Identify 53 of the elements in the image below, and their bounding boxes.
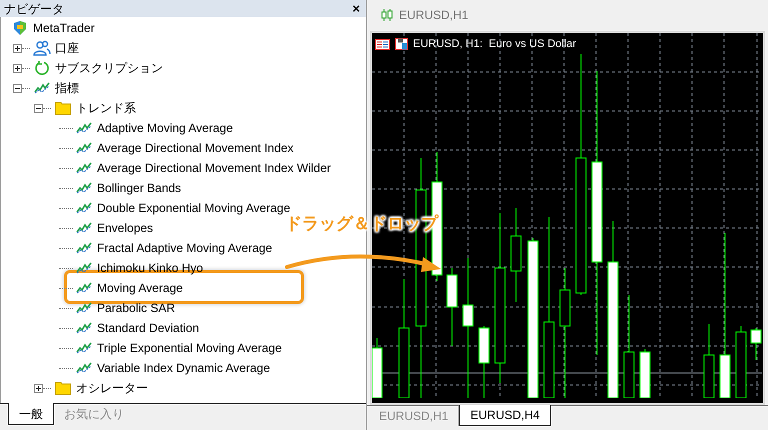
tree-item-label[interactable]: Envelopes [97,219,154,237]
tree-item-label[interactable]: Parabolic SAR [97,299,176,317]
users-icon [33,40,51,56]
folder-icon [55,101,71,115]
line-chart-icon [76,302,92,314]
tree-item-label[interactable]: Variable Index Dynamic Average [97,359,270,377]
candlestick [372,338,382,398]
tree-item-label[interactable]: 指標 [55,79,79,97]
tree-item-label[interactable]: 口座 [55,39,79,57]
tree-item-label[interactable]: サブスクリプション [55,59,163,77]
collapse-toggle[interactable] [13,84,22,92]
tree-item-label[interactable]: Average Directional Movement Index [97,139,294,157]
tree-item-label[interactable]: トレンド系 [76,99,136,117]
line-chart-icon [76,202,92,214]
tree-item-label[interactable]: Bollinger Bands [97,179,182,197]
tree-item-label[interactable]: Moving Average [97,279,183,297]
line-chart-icon [76,342,92,354]
panel-tab[interactable]: 一般 [8,403,54,425]
candlestick [750,328,762,360]
tree-item-label[interactable]: Fractal Adaptive Moving Average [97,239,272,257]
line-chart-icon [76,142,92,154]
tree-item-label[interactable]: Triple Exponential Moving Average [97,339,282,357]
line-chart-icon [76,242,92,254]
line-chart-icon [76,262,92,274]
list-icon [375,38,390,50]
line-chart-icon [76,222,92,234]
expand-toggle[interactable] [13,64,22,72]
line-chart-icon [34,82,50,94]
tree-item-label[interactable]: MetaTrader [33,19,95,37]
line-chart-icon [76,162,92,174]
candlestick [640,348,650,398]
line-chart-icon [76,122,92,134]
close-button[interactable]: × [352,2,360,15]
tree-item-label[interactable]: Standard Deviation [97,319,200,337]
line-chart-icon [76,362,92,374]
line-chart-icon [76,182,92,194]
expand-toggle[interactable] [34,384,43,392]
collapse-toggle[interactable] [34,104,43,112]
expand-toggle[interactable] [13,44,22,52]
line-chart-icon [76,322,92,334]
candlestick-icon [381,8,393,22]
tree-item-label[interactable]: Average Directional Movement Index Wilder [97,159,331,177]
refresh-icon [34,60,50,76]
panel-title: ナビゲータ [4,0,64,18]
line-chart-icon [76,282,92,294]
chart-legend: EURUSD, H1: Euro vs US Dollar [413,36,576,52]
app-logo-icon [12,20,28,36]
chart-window-title: EURUSD,H1 [399,7,468,24]
tree-item-label[interactable]: Adaptive Moving Average [97,119,233,137]
folder-icon [55,381,71,395]
tree-item-label[interactable]: オシレーター [76,379,148,397]
tree-item-label[interactable]: Double Exponential Moving Average [97,199,290,217]
chart-tab[interactable]: EURUSD,H4 [459,405,551,426]
